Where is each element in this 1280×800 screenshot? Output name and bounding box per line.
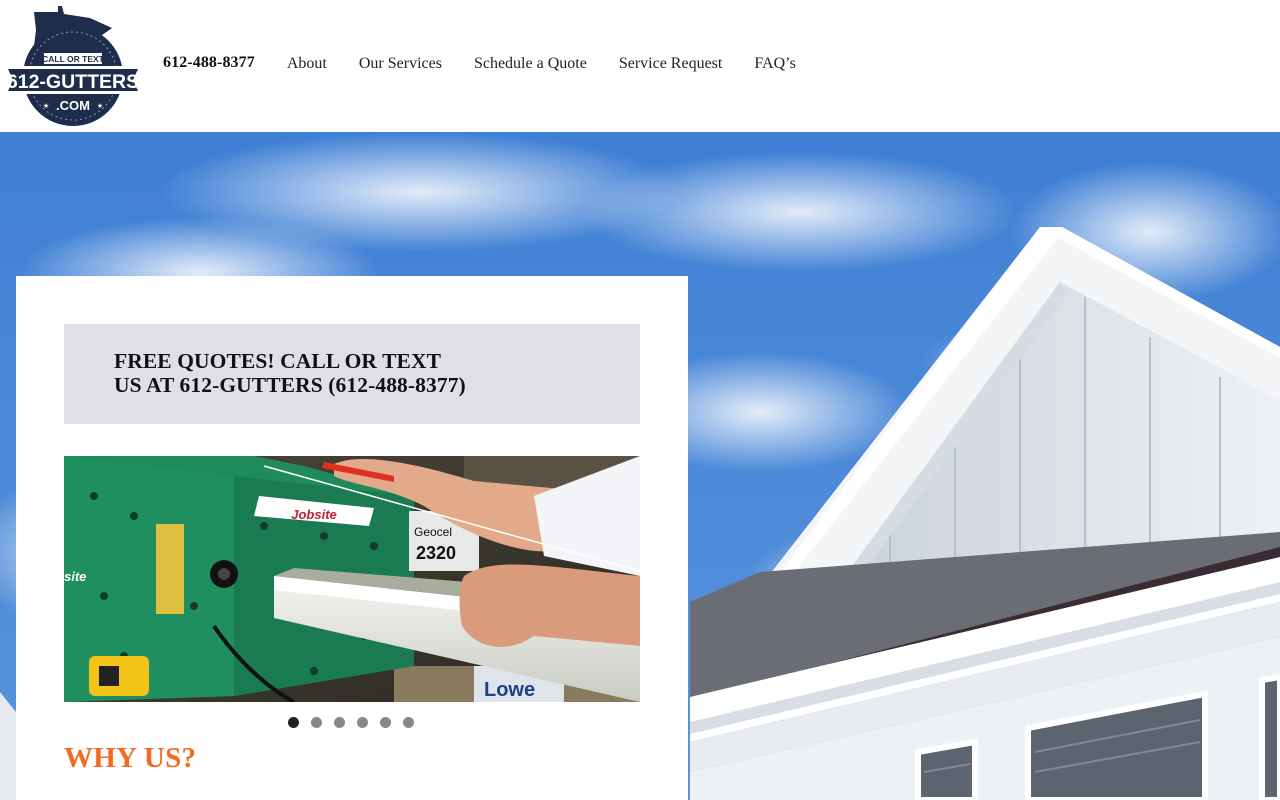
main-nav: 612-488-8377 About Our Services Schedule… (163, 54, 828, 72)
site-header: CALL OR TEXT 612-GUTTERS .COM ★ ★ 612-48… (0, 0, 1280, 132)
nav-faqs[interactable]: FAQ’s (754, 55, 796, 73)
slide-dot-4[interactable] (357, 717, 368, 728)
svg-text:2320: 2320 (416, 543, 456, 563)
content-card: FREE QUOTES! CALL OR TEXT US AT 612-GUTT… (16, 276, 688, 800)
svg-text:612-GUTTERS: 612-GUTTERS (7, 71, 139, 93)
slide-dot-1[interactable] (288, 717, 299, 728)
slide-dot-6[interactable] (403, 717, 414, 728)
svg-text:site: site (64, 569, 86, 584)
slide-dot-2[interactable] (311, 717, 322, 728)
svg-text:Geocel: Geocel (414, 525, 452, 539)
svg-text:.COM: .COM (56, 98, 90, 113)
promo-line-2[interactable]: US AT 612-GUTTERS (612-488-8377) (114, 373, 590, 397)
promo-line-1: FREE QUOTES! CALL OR TEXT (114, 349, 442, 373)
svg-text:CALL OR TEXT: CALL OR TEXT (42, 54, 105, 64)
slide-dot-5[interactable] (380, 717, 391, 728)
site-logo[interactable]: CALL OR TEXT 612-GUTTERS .COM ★ ★ (0, 0, 146, 132)
nav-about[interactable]: About (287, 55, 327, 73)
why-us-heading: WHY US? (64, 742, 197, 774)
header-phone[interactable]: 612-488-8377 (163, 54, 255, 72)
nav-our-services[interactable]: Our Services (359, 55, 442, 73)
svg-text:★: ★ (43, 102, 49, 110)
svg-text:Lowe: Lowe (484, 679, 535, 701)
nav-service-request[interactable]: Service Request (619, 55, 723, 73)
svg-text:★: ★ (97, 102, 103, 110)
free-quote-banner: FREE QUOTES! CALL OR TEXT US AT 612-GUTT… (64, 324, 640, 424)
slideshow-dots (288, 717, 426, 728)
slideshow-image[interactable]: Jobsite site Geocel 2320 Lowe (64, 456, 640, 702)
svg-text:Jobsite: Jobsite (291, 507, 337, 522)
nav-schedule-quote[interactable]: Schedule a Quote (474, 55, 587, 73)
slide-dot-3[interactable] (334, 717, 345, 728)
